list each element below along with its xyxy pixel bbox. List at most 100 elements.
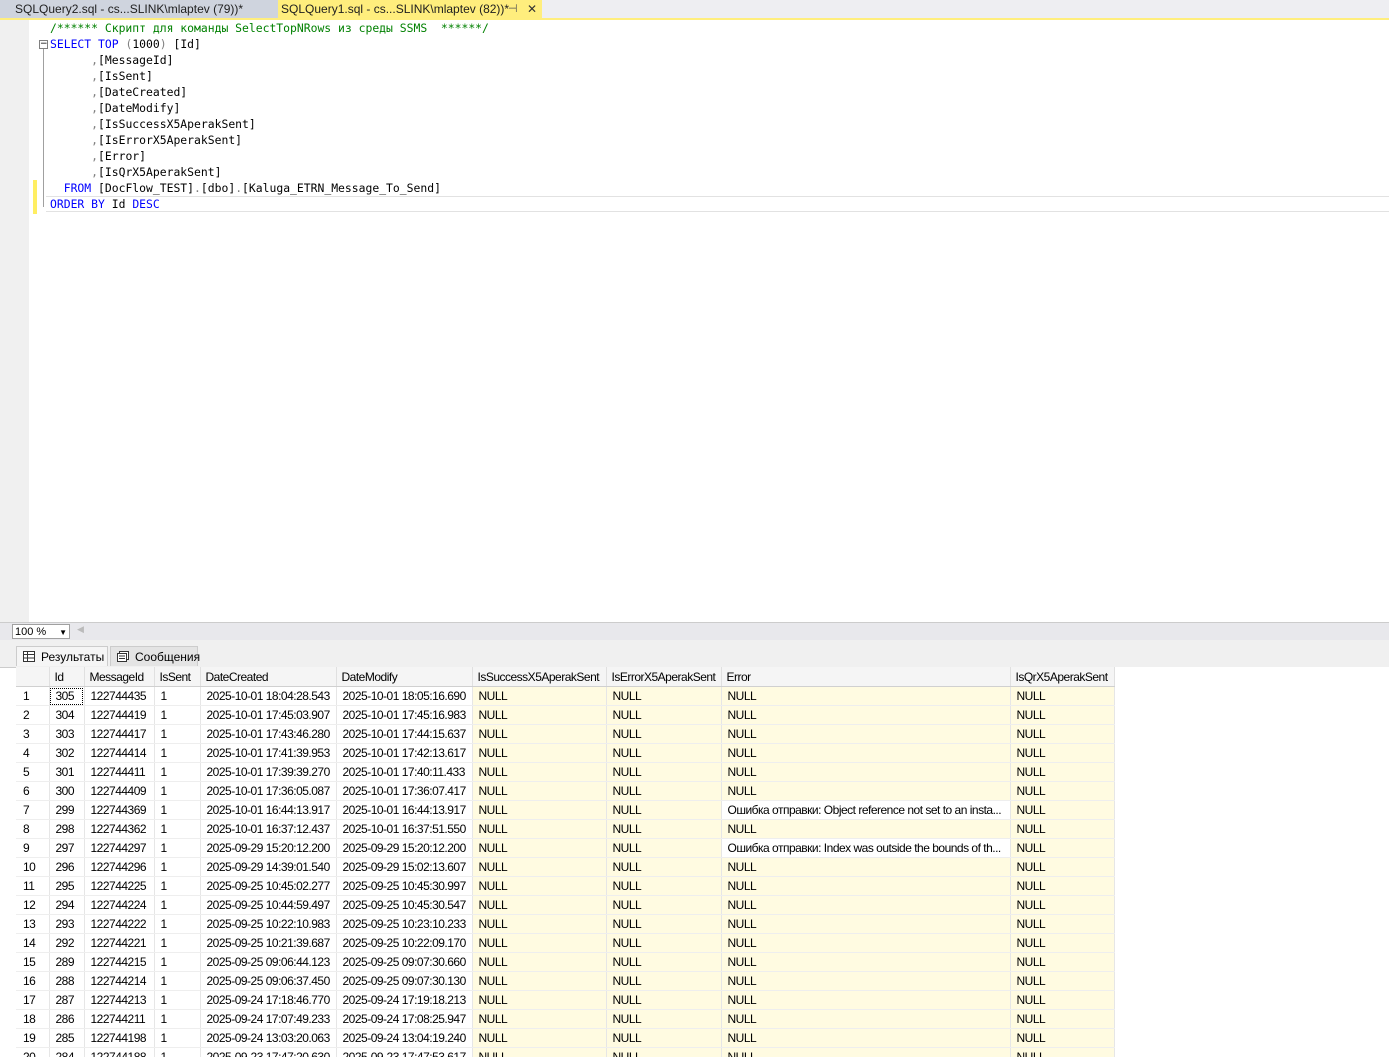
table-cell[interactable]: NULL (1010, 1009, 1115, 1029)
table-cell[interactable]: 2025-09-25 09:06:37.450 (200, 971, 337, 991)
table-cell[interactable]: 304 (49, 705, 85, 725)
table-cell[interactable]: 1 (154, 876, 201, 896)
zoom-dropdown[interactable]: 100 % ▼ (12, 624, 70, 639)
table-row[interactable]: 18 286 122744211 1 2025-09-24 17:07:49.233 20… (16, 1009, 1115, 1029)
table-cell[interactable]: NULL (1010, 781, 1115, 801)
column-header[interactable]: MessageId (84, 667, 155, 687)
table-cell[interactable]: 1 (154, 838, 201, 858)
table-cell[interactable]: NULL (606, 933, 722, 953)
table-cell[interactable]: NULL (472, 800, 607, 820)
table-cell[interactable]: 1 (154, 857, 201, 877)
table-cell[interactable]: NULL (1010, 838, 1115, 858)
row-number-cell[interactable]: 4 (16, 743, 50, 763)
table-cell[interactable]: NULL (606, 724, 722, 744)
table-cell[interactable]: NULL (606, 1028, 722, 1048)
table-cell[interactable]: 2025-09-29 15:02:13.607 (336, 857, 473, 877)
table-cell[interactable]: 300 (49, 781, 85, 801)
scroll-left-icon[interactable]: ◀ (77, 625, 84, 635)
table-cell[interactable]: 2025-09-29 15:20:12.200 (336, 838, 473, 858)
table-cell[interactable]: 2025-09-25 10:44:59.497 (200, 895, 337, 915)
table-cell[interactable]: 2025-10-01 16:44:13.917 (200, 800, 337, 820)
table-cell[interactable]: Ошибка отправки: Object reference not se… (721, 800, 1011, 820)
table-cell[interactable]: 122744414 (84, 743, 155, 763)
table-row[interactable]: 10 296 122744296 1 2025-09-29 14:39:01.540 20… (16, 857, 1115, 877)
table-cell[interactable]: 2025-09-25 09:07:30.130 (336, 971, 473, 991)
table-row[interactable]: 9 297 122744297 1 2025-09-29 15:20:12.200 202… (16, 838, 1115, 858)
column-header[interactable]: IsSuccessX5AperakSent (472, 667, 607, 687)
table-cell[interactable]: NULL (606, 705, 722, 725)
table-cell[interactable]: NULL (721, 895, 1011, 915)
table-row[interactable]: 3 303 122744417 1 2025-10-01 17:43:46.280 202… (16, 724, 1115, 744)
table-cell[interactable]: 122744211 (84, 1009, 155, 1029)
table-cell[interactable]: 122744417 (84, 724, 155, 744)
row-number-cell[interactable]: 13 (16, 914, 50, 934)
table-cell[interactable]: 1 (154, 971, 201, 991)
table-cell[interactable]: 1 (154, 1047, 201, 1057)
table-row[interactable]: 2 304 122744419 1 2025-10-01 17:45:03.907 202… (16, 705, 1115, 725)
table-cell[interactable]: 289 (49, 952, 85, 972)
table-cell[interactable]: NULL (472, 933, 607, 953)
table-cell[interactable]: 296 (49, 857, 85, 877)
table-cell[interactable]: 2025-10-01 16:44:13.917 (336, 800, 473, 820)
table-cell[interactable]: NULL (606, 743, 722, 763)
table-cell[interactable]: 284 (49, 1047, 85, 1057)
table-cell[interactable]: NULL (721, 743, 1011, 763)
table-cell[interactable]: NULL (721, 952, 1011, 972)
table-cell[interactable]: NULL (606, 971, 722, 991)
table-cell[interactable]: 122744214 (84, 971, 155, 991)
table-cell[interactable]: NULL (1010, 1047, 1115, 1057)
table-cell[interactable]: 2025-09-24 13:03:20.063 (200, 1028, 337, 1048)
table-cell[interactable]: NULL (721, 724, 1011, 744)
table-cell[interactable]: 2025-10-01 18:04:28.543 (200, 686, 337, 706)
table-cell[interactable]: NULL (472, 743, 607, 763)
table-cell[interactable]: 122744296 (84, 857, 155, 877)
column-header[interactable]: Id (49, 667, 85, 687)
table-cell[interactable]: 1 (154, 743, 201, 763)
table-row[interactable]: 15 289 122744215 1 2025-09-25 09:06:44.123 20… (16, 952, 1115, 972)
table-cell[interactable]: NULL (606, 857, 722, 877)
column-header[interactable]: Error (721, 667, 1011, 687)
table-cell[interactable]: NULL (606, 895, 722, 915)
table-row[interactable]: 11 295 122744225 1 2025-09-25 10:45:02.277 20… (16, 876, 1115, 896)
row-number-cell[interactable]: 6 (16, 781, 50, 801)
table-cell[interactable]: NULL (1010, 762, 1115, 782)
table-cell[interactable]: NULL (1010, 971, 1115, 991)
table-cell[interactable]: NULL (721, 933, 1011, 953)
table-cell[interactable]: NULL (721, 971, 1011, 991)
table-cell[interactable]: 2025-10-01 17:45:16.983 (336, 705, 473, 725)
table-cell[interactable]: 1 (154, 895, 201, 915)
table-cell[interactable]: 1 (154, 724, 201, 744)
table-cell[interactable]: NULL (1010, 876, 1115, 896)
table-cell[interactable]: NULL (1010, 895, 1115, 915)
table-cell[interactable]: NULL (1010, 933, 1115, 953)
table-cell[interactable]: NULL (472, 1009, 607, 1029)
table-cell[interactable]: 287 (49, 990, 85, 1010)
tab-sqlquery2[interactable]: SQLQuery2.sql - cs...SLINK\mlaptev (79))… (0, 0, 278, 18)
tab-sqlquery1[interactable]: SQLQuery1.sql - cs...SLINK\mlaptev (82))… (278, 0, 542, 18)
pin-icon[interactable]: ⊣ (508, 0, 518, 18)
table-row[interactable]: 6 300 122744409 1 2025-10-01 17:36:05.087 202… (16, 781, 1115, 801)
table-cell[interactable]: 286 (49, 1009, 85, 1029)
table-cell[interactable]: 2025-10-01 17:43:46.280 (200, 724, 337, 744)
table-cell[interactable]: NULL (721, 705, 1011, 725)
table-cell[interactable]: NULL (721, 1047, 1011, 1057)
table-cell[interactable]: NULL (472, 686, 607, 706)
table-cell[interactable]: NULL (721, 914, 1011, 934)
table-cell[interactable]: 294 (49, 895, 85, 915)
table-cell[interactable]: NULL (606, 819, 722, 839)
table-cell[interactable]: 2025-09-29 14:39:01.540 (200, 857, 337, 877)
table-cell[interactable]: 2025-10-01 17:40:11.433 (336, 762, 473, 782)
table-cell[interactable]: 295 (49, 876, 85, 896)
table-cell[interactable]: NULL (472, 971, 607, 991)
table-cell[interactable]: NULL (1010, 705, 1115, 725)
table-cell[interactable]: NULL (1010, 1028, 1115, 1048)
table-cell[interactable]: 293 (49, 914, 85, 934)
table-row[interactable]: 13 293 122744222 1 2025-09-25 10:22:10.983 20… (16, 914, 1115, 934)
table-cell[interactable]: NULL (472, 705, 607, 725)
table-row[interactable]: 7 299 122744369 1 2025-10-01 16:44:13.917 202… (16, 800, 1115, 820)
tab-results[interactable]: Результаты (16, 646, 108, 666)
table-cell[interactable]: 1 (154, 914, 201, 934)
row-number-cell[interactable]: 3 (16, 724, 50, 744)
table-cell[interactable]: NULL (721, 781, 1011, 801)
column-header[interactable]: IsQrX5AperakSent (1010, 667, 1115, 687)
